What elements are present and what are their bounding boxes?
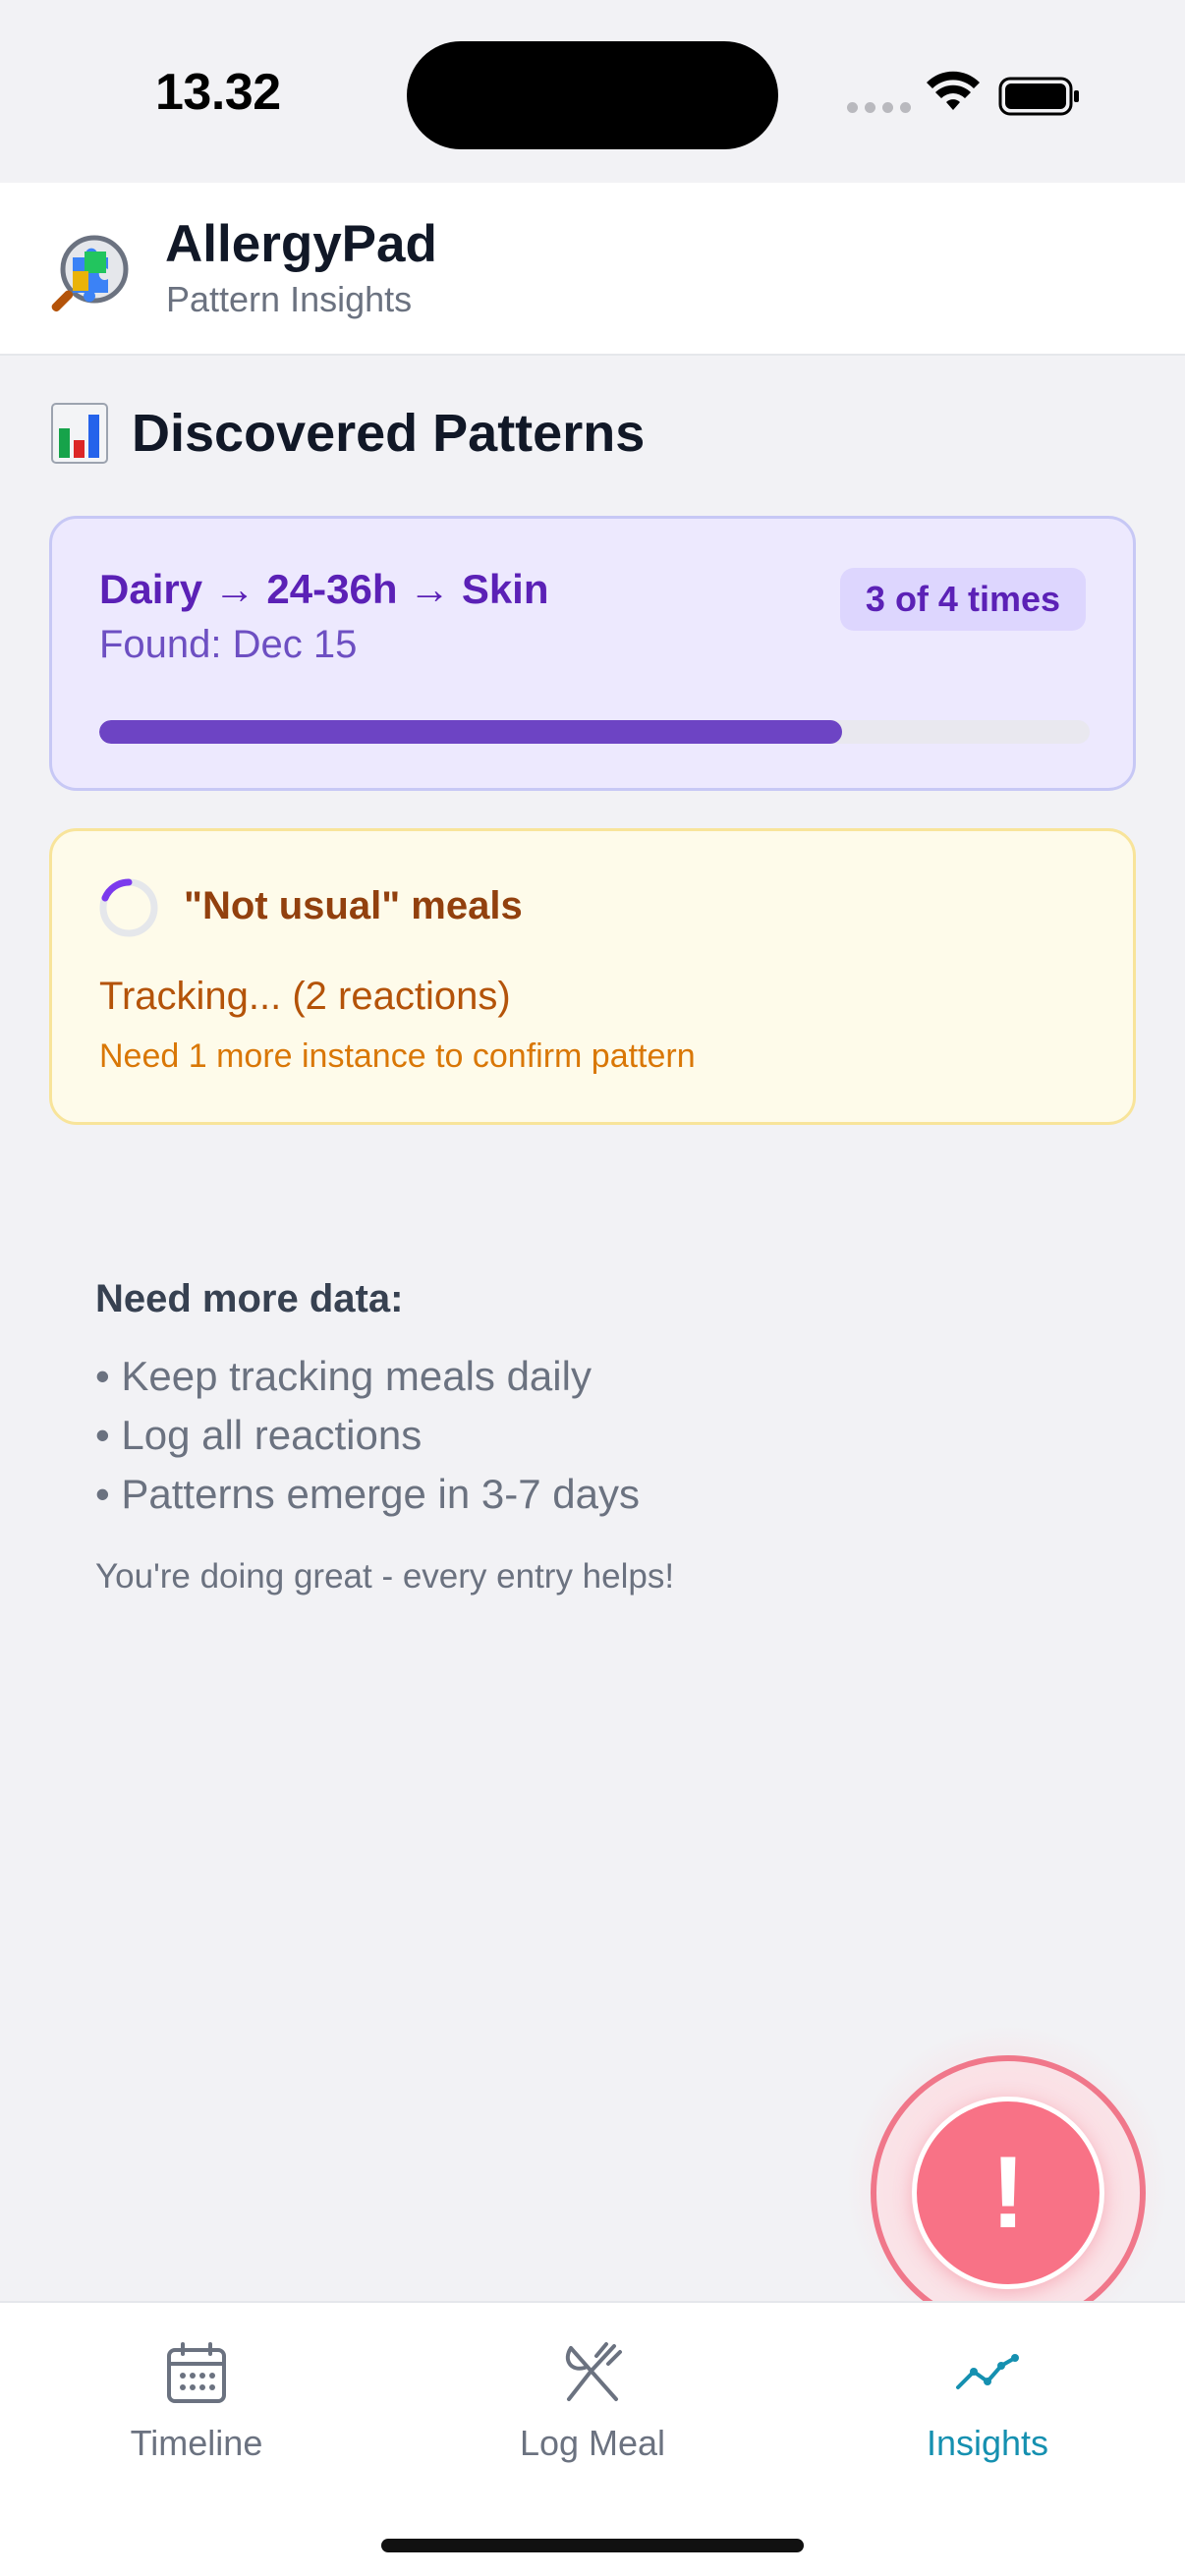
cellular-signal-icon [847, 102, 911, 113]
tracking-note: Need 1 more instance to confirm pattern [99, 1037, 696, 1075]
trend-line-icon [956, 2354, 1019, 2389]
tab-timeline[interactable]: Timeline [49, 2338, 344, 2464]
report-reaction-button[interactable]: ! [912, 2097, 1104, 2289]
app-header: AllergyPad Pattern Insights [0, 183, 1185, 356]
status-bar: 13.32 [0, 0, 1185, 183]
magnifier-puzzle-icon [51, 235, 129, 312]
app-title: AllergyPad [165, 215, 437, 273]
status-time: 13.32 [155, 64, 281, 121]
confidence-progress-bar [99, 720, 1090, 744]
tracking-status: Tracking... (2 reactions) [99, 975, 511, 1018]
pattern-found-date: Found: Dec 15 [99, 623, 358, 666]
tab-log-meal[interactable]: Log Meal [445, 2338, 740, 2464]
tips-item: • Keep tracking meals daily [95, 1353, 592, 1399]
tab-label: Log Meal [519, 2423, 666, 2463]
spinner-icon [99, 878, 158, 937]
section-title: Discovered Patterns [132, 404, 646, 463]
tips-item: • Patterns emerge in 3-7 days [95, 1471, 640, 1517]
section-header: Discovered Patterns [51, 403, 645, 464]
exclamation-icon: ! [990, 2136, 1026, 2250]
tab-label: Insights [926, 2423, 1049, 2463]
tracking-card[interactable]: "Not usual" meals Tracking... (2 reactio… [49, 828, 1136, 1125]
pattern-card[interactable]: Dairy → 24-36h → Skin Found: Dec 15 3 of… [49, 516, 1136, 791]
calendar-icon [167, 2342, 226, 2403]
home-indicator[interactable] [381, 2539, 804, 2552]
tab-label: Timeline [130, 2423, 263, 2463]
fork-knife-icon [565, 2342, 622, 2401]
tab-insights[interactable]: Insights [840, 2338, 1135, 2464]
app-subtitle: Pattern Insights [166, 279, 413, 319]
dynamic-island [407, 41, 778, 149]
tips-item: • Log all reactions [95, 1412, 423, 1458]
bar-chart-icon [51, 403, 108, 464]
confidence-progress-fill [99, 720, 842, 744]
wifi-icon [927, 71, 980, 110]
battery-icon [998, 77, 1079, 116]
pattern-title: Dairy → 24-36h → Skin [99, 566, 549, 612]
tips-footer: You're doing great - every entry helps! [95, 1557, 675, 1596]
tips-title: Need more data: [95, 1277, 404, 1320]
tracking-title: "Not usual" meals [184, 884, 523, 927]
bottom-tab-bar: Timeline Log Meal Insights [0, 2301, 1185, 2576]
occurrence-badge: 3 of 4 times [839, 568, 1086, 631]
tips-section: Need more data: • Keep tracking meals da… [95, 1277, 1078, 1596]
